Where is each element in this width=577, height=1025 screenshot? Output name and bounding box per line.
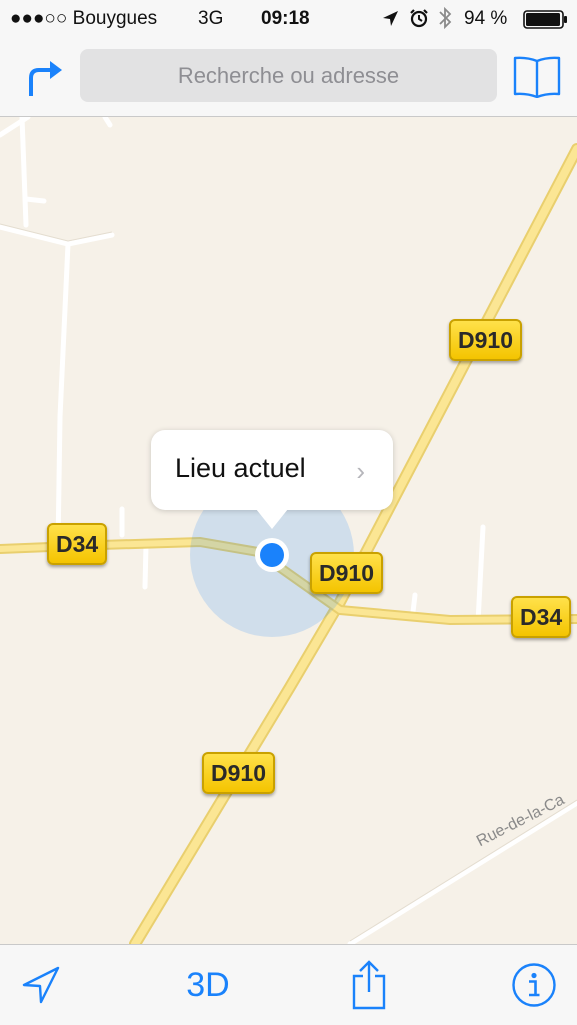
book-icon <box>513 56 561 99</box>
directions-button[interactable] <box>24 54 66 98</box>
time-label: 09:18 <box>261 8 310 29</box>
location-arrow-icon <box>22 966 60 1004</box>
road-shield-d34: D34 <box>47 523 108 565</box>
share-button[interactable] <box>348 959 390 1011</box>
bluetooth-icon <box>439 6 452 30</box>
nav-bar: Recherche ou adresse <box>0 38 577 117</box>
carrier-label: ●●●○○ Bouygues <box>10 8 158 29</box>
current-location-callout[interactable]: Lieu actuel › <box>151 430 393 510</box>
status-bar: ●●●○○ Bouygues 3G 09:18 94 % <box>0 0 577 38</box>
callout-label: Lieu actuel <box>175 453 306 483</box>
alarm-icon <box>410 9 428 28</box>
road-shield-d910: D910 <box>310 552 383 594</box>
share-icon <box>352 960 386 1010</box>
bottom-toolbar: 3D <box>0 944 577 1025</box>
road-shield-d910: D910 <box>202 752 275 794</box>
battery-percent: 94 % <box>464 8 508 29</box>
battery-icon <box>523 10 567 29</box>
directions-arrow-icon <box>29 61 62 96</box>
bookmarks-button[interactable] <box>512 54 562 99</box>
road-shield-d910: D910 <box>449 319 522 361</box>
location-services-icon <box>383 11 398 26</box>
info-button[interactable] <box>510 959 558 1011</box>
network-label: 3G <box>198 8 224 29</box>
3d-button[interactable]: 3D <box>178 959 238 1011</box>
road-shield-d34: D34 <box>511 596 572 638</box>
map-view[interactable]: D910 D34 D910 D34 D910 Rue-de-la-Ca Lieu… <box>0 117 577 944</box>
track-location-button[interactable] <box>18 959 64 1011</box>
callout-pointer <box>256 509 288 529</box>
chevron-right-icon[interactable]: › <box>356 456 365 487</box>
search-input[interactable]: Recherche ou adresse <box>80 49 497 102</box>
current-location-dot <box>260 543 284 567</box>
info-icon <box>512 963 556 1007</box>
